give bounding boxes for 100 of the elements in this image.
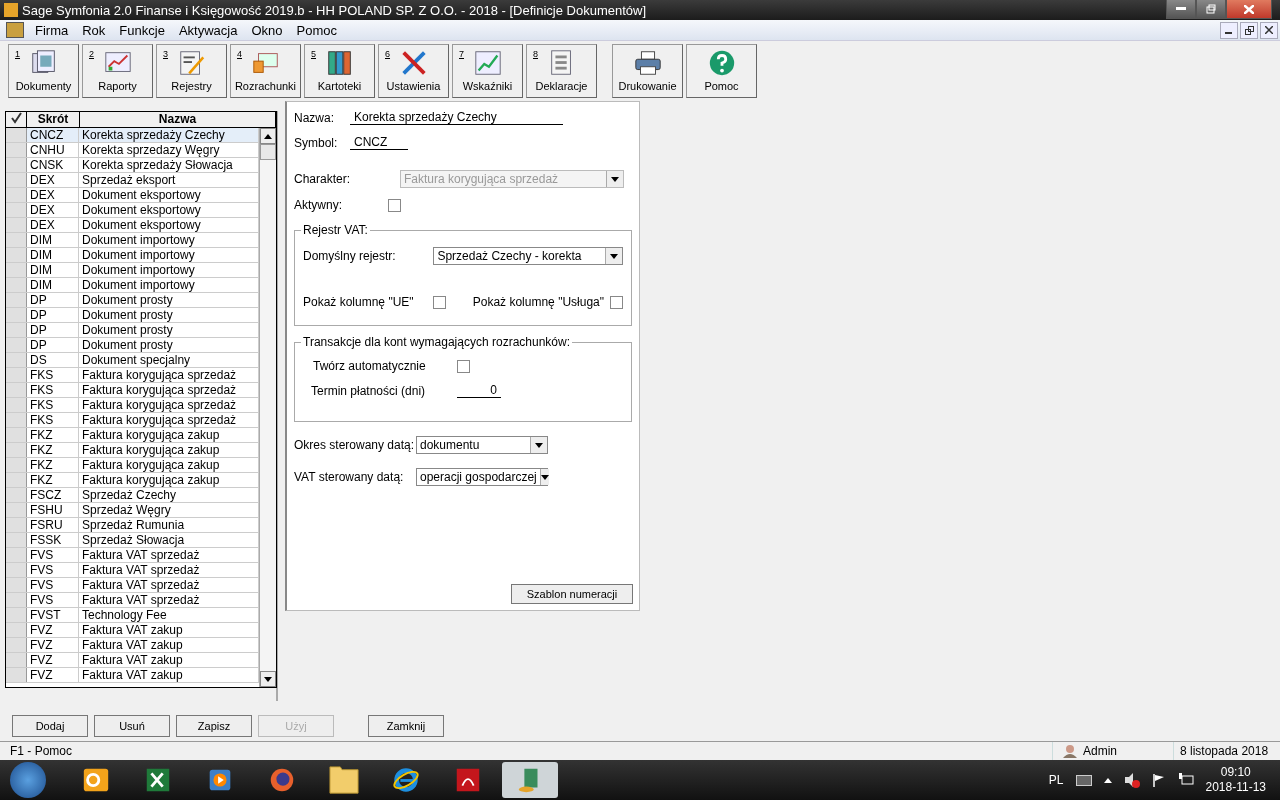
toolbar-button[interactable]: Drukowanie [612,44,683,98]
table-row[interactable]: FVZ Faktura VAT zakup [6,668,259,683]
scroll-down-button[interactable] [260,671,276,687]
table-row[interactable]: DP Dokument prosty [6,338,259,353]
register-dropdown[interactable]: Sprzedaż Czechy - korekta [433,247,623,265]
action-button[interactable]: Dodaj [12,715,88,737]
app-icon [4,3,18,17]
toolbar-button[interactable]: Pomoc [686,44,757,98]
table-row[interactable]: FVS Faktura VAT sprzedaż [6,563,259,578]
period-dropdown[interactable]: dokumentu [416,436,548,454]
toolbar-button[interactable]: 8 Deklaracje [526,44,597,98]
scroll-up-button[interactable] [260,128,276,144]
clock[interactable]: 09:10 2018-11-13 [1205,765,1266,795]
table-row[interactable]: DP Dokument prosty [6,308,259,323]
table-row[interactable]: FSHU Sprzedaż Węgry [6,503,259,518]
table-row[interactable]: FVS Faktura VAT sprzedaż [6,548,259,563]
symbol-field[interactable]: CNCZ [350,135,408,150]
up-arrow-icon [264,133,272,139]
numbering-template-button[interactable]: Szablon numeracji [511,584,633,604]
table-row[interactable]: DIM Dokument importowy [6,278,259,293]
menu-item[interactable]: Rok [75,22,113,38]
table-cell: FKZ [27,473,79,487]
toolbar-button[interactable]: 3 Rejestry [156,44,227,98]
keyboard-icon[interactable] [1075,774,1092,786]
table-row[interactable]: FSRU Sprzedaż Rumunia [6,518,259,533]
checkbox[interactable] [388,198,401,212]
column-header[interactable]: Skrót [27,112,80,127]
action-button[interactable]: Usuń [94,715,170,737]
checkbox[interactable] [457,359,470,373]
minimize-button[interactable] [1166,0,1196,19]
table-cell: FVS [27,593,79,607]
start-button[interactable] [10,762,46,798]
checkbox[interactable] [433,295,446,309]
table-row[interactable]: DEX Dokument eksportowy [6,203,259,218]
toolbar-button[interactable]: 6 Ustawienia [378,44,449,98]
table-cell: DEX [27,203,79,217]
close-button[interactable] [1260,21,1278,39]
table-row[interactable]: FVS Faktura VAT sprzedaż [6,593,259,608]
table-row[interactable]: FKS Faktura koryguјąca sprzedaż [6,368,259,383]
flag-icon[interactable] [1151,773,1166,787]
speaker-muted-icon[interactable] [1123,772,1140,788]
table-row[interactable]: CNCZ Korekta sprzedaży Czechy [6,128,259,143]
table-row[interactable]: DIM Dokument importowy [6,248,259,263]
table-row[interactable]: DP Dokument prosty [6,293,259,308]
table-row[interactable]: FKS Faktura koryguјąca sprzedaż [6,413,259,428]
table-row[interactable]: DEX Sprzedaż eksport [6,173,259,188]
table-row[interactable]: FVZ Faktura VAT zakup [6,638,259,653]
vat-date-dropdown[interactable]: operacji gospodarczej [416,468,548,486]
restore-button[interactable] [1196,0,1226,19]
window-title: Sage Symfonia 2.0 Finanse i Księgowość 2019.b - HH POLAND SP. Z O.O. - 2018 - [Definicje Dokumentów] [22,2,648,18]
table-row[interactable]: CNSK Korekta sprzedaży Słowacja [6,158,259,173]
table-cell: FSHU [27,503,79,517]
close-button[interactable] [1226,0,1272,19]
action-button[interactable]: Zapisz [176,715,252,737]
checkbox-label: Twórz automatycznie [313,359,427,373]
minimize-button[interactable] [1220,21,1238,39]
table-row[interactable]: FSCZ Sprzedaż Czechy [6,488,259,503]
menu-item[interactable]: Firma [28,22,76,38]
table-cell: DP [27,323,79,337]
checkbox[interactable] [610,295,623,309]
menu-item[interactable]: Funkcje [112,22,172,38]
table-row[interactable]: DS Dokument specjalny [6,353,259,368]
table-row[interactable]: FKS Faktura koryguјąca sprzedaż [6,383,259,398]
table-row[interactable]: FVZ Faktura VAT zakup [6,623,259,638]
table-row[interactable]: DEX Dokument eksportowy [6,188,259,203]
toolbar-button[interactable]: 7 Wskaźniki [452,44,523,98]
table-row[interactable]: DIM Dokument importowy [6,233,259,248]
name-field[interactable]: Korekta sprzedaży Czechy [350,110,563,125]
table-row[interactable]: FKZ Faktura koryguјąca zakup [6,473,259,488]
table-row[interactable]: FKZ Faktura koryguјąca zakup [6,443,259,458]
menu-item[interactable]: Pomoc [289,22,344,38]
toolbar-button[interactable]: 2 Raporty [82,44,153,98]
status-hint: F1 - Pomoc [9,744,73,758]
table-row[interactable]: DIM Dokument importowy [6,263,259,278]
restore-button[interactable] [1240,21,1258,39]
toolbar-button[interactable]: 5 Kartoteki [304,44,375,98]
network-icon[interactable] [1177,772,1194,788]
payment-term-field[interactable]: 0 [457,383,501,398]
column-header[interactable]: Nazwa [80,112,276,127]
language-indicator[interactable]: PL [1048,773,1064,787]
toolbar-button[interactable]: 1 Dokumenty [8,44,79,98]
table-row[interactable]: FVST Technology Fee [6,608,259,623]
table-row[interactable]: FVZ Faktura VAT zakup [6,653,259,668]
menu-item[interactable]: Okno [244,22,290,38]
table-row[interactable]: FSSK Sprzedaż Słowacja [6,533,259,548]
action-button[interactable]: Zamknij [368,715,444,737]
table-row[interactable]: CNHU Korekta sprzedazy Węgry [6,143,259,158]
caret-up-icon[interactable] [1103,777,1112,783]
scrollbar[interactable] [259,128,276,687]
table-row[interactable]: DP Dokument prosty [6,323,259,338]
table-row[interactable]: FKS Faktura koryguјąca sprzedaż [6,398,259,413]
table-row[interactable]: FVS Faktura VAT sprzedaż [6,578,259,593]
toolbar-button[interactable]: 4 Rozrachunki [230,44,301,98]
menu-item[interactable]: Aktywacja [171,22,245,38]
table-row[interactable]: DEX Dokument eksportowy [6,218,259,233]
table-cell: FKS [27,398,79,412]
table-row[interactable]: FKZ Faktura koryguјąca zakup [6,428,259,443]
table-cell: DEX [27,188,79,202]
table-row[interactable]: FKZ Faktura koryguјąca zakup [6,458,259,473]
scrollbar-thumb[interactable] [260,144,276,160]
